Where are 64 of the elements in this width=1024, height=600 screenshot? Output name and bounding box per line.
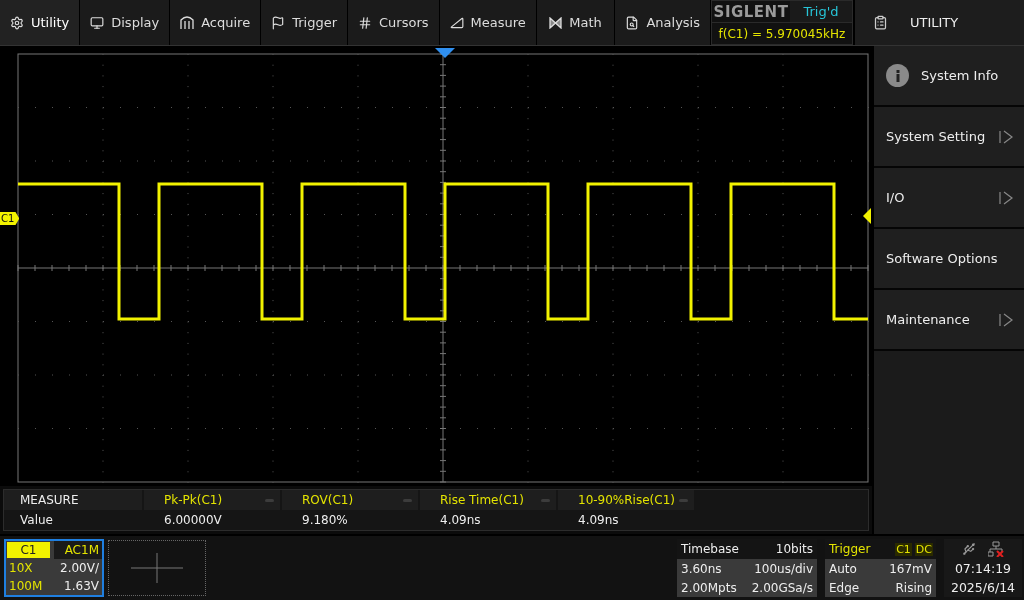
info-icon <box>886 64 909 87</box>
panel-title: UTILITY <box>910 15 959 30</box>
adc-bits: 10bits <box>747 539 817 559</box>
trigger-level: 167mV <box>888 560 933 578</box>
flag-icon <box>271 15 286 30</box>
measure-name[interactable]: Pk-Pk(C1) <box>144 490 280 510</box>
timebase-panel[interactable]: Timebase 10bits 3.60ns 100us/div 2.00Mpts 2.00GSa/s <box>677 539 817 597</box>
menu-item-label: System Info <box>921 68 999 83</box>
trigger-position-marker[interactable] <box>435 48 455 58</box>
menu-item[interactable]: System Info <box>874 46 1024 107</box>
trigger-coupling: DC <box>914 542 933 556</box>
trigger-mode: Auto <box>828 560 858 578</box>
channel-name: C1 <box>7 542 50 558</box>
menu-item[interactable]: Software Options <box>874 229 1024 290</box>
measure-value: 4.09ns <box>577 512 620 529</box>
probe-ratio: 10X <box>8 560 34 577</box>
measure-name[interactable]: ROV(C1) <box>282 490 418 510</box>
trigger-type: Edge <box>828 579 861 597</box>
time-scale: 100us/div <box>753 560 814 578</box>
channel-coupling: AC1M <box>54 541 102 559</box>
clock-date: 2025/6/14 <box>950 580 1016 595</box>
sample-rate: 2.00GSa/s <box>750 579 814 597</box>
trigger-slope: Rising <box>894 579 933 597</box>
memory-depth: 2.00Mpts <box>680 579 738 597</box>
submenu-arrow-icon <box>998 129 1014 144</box>
measure-value: 9.180% <box>301 512 349 529</box>
settings-icon <box>10 15 24 30</box>
frequency-readout: f(C1) = 5.970045kHz <box>712 22 852 44</box>
measure-name[interactable]: 10-90%Rise(C1) <box>558 490 694 510</box>
bandwidth-limit: 100M <box>8 578 44 595</box>
usb-icon <box>962 542 976 556</box>
menu-item[interactable]: System Setting <box>874 107 1024 168</box>
math-icon <box>549 16 563 29</box>
vertical-offset: 1.63V <box>63 578 100 595</box>
vertical-scale: 2.00V/ <box>59 560 100 577</box>
grid-icon <box>358 15 372 30</box>
ruler-triangle-icon <box>449 15 464 30</box>
brand-logo: SIGLENT <box>712 1 790 22</box>
submenu-arrow-icon <box>998 190 1014 205</box>
channel-marker[interactable]: C1 <box>0 212 20 225</box>
measure-row-label: Value <box>19 512 54 529</box>
clock-time: 07:14:19 <box>954 561 1012 576</box>
add-channel-button[interactable] <box>108 540 206 596</box>
acquire-icon <box>180 16 195 29</box>
timebase-title: Timebase <box>677 539 748 559</box>
menu-item[interactable]: Maintenance <box>874 290 1024 351</box>
clipboard-icon <box>873 15 888 30</box>
measure-name[interactable]: Rise Time(C1) <box>420 490 556 510</box>
trigger-status: Trig'd <box>790 1 852 22</box>
trigger-title: Trigger <box>825 539 886 559</box>
menu-item[interactable]: I/O <box>874 168 1024 229</box>
horizontal-delay: 3.60ns <box>680 560 723 578</box>
network-disconnected-icon <box>988 541 1004 557</box>
menu-tab[interactable]: Utility <box>0 0 81 45</box>
trigger-panel[interactable]: Trigger C1 DC Auto 167mV Edge Rising <box>825 539 936 597</box>
monitor-icon <box>90 15 105 30</box>
trigger-source: C1 <box>895 542 912 556</box>
submenu-arrow-icon <box>998 312 1014 327</box>
measure-value: 4.09ns <box>439 512 482 529</box>
measure-value: 6.00000V <box>163 512 223 529</box>
document-search-icon <box>625 15 640 30</box>
plus-icon <box>131 553 183 583</box>
channel-box[interactable]: C1 AC1M 10X 2.00V/ 100M 1.63V <box>4 539 104 597</box>
measure-title: MEASURE <box>4 490 142 510</box>
